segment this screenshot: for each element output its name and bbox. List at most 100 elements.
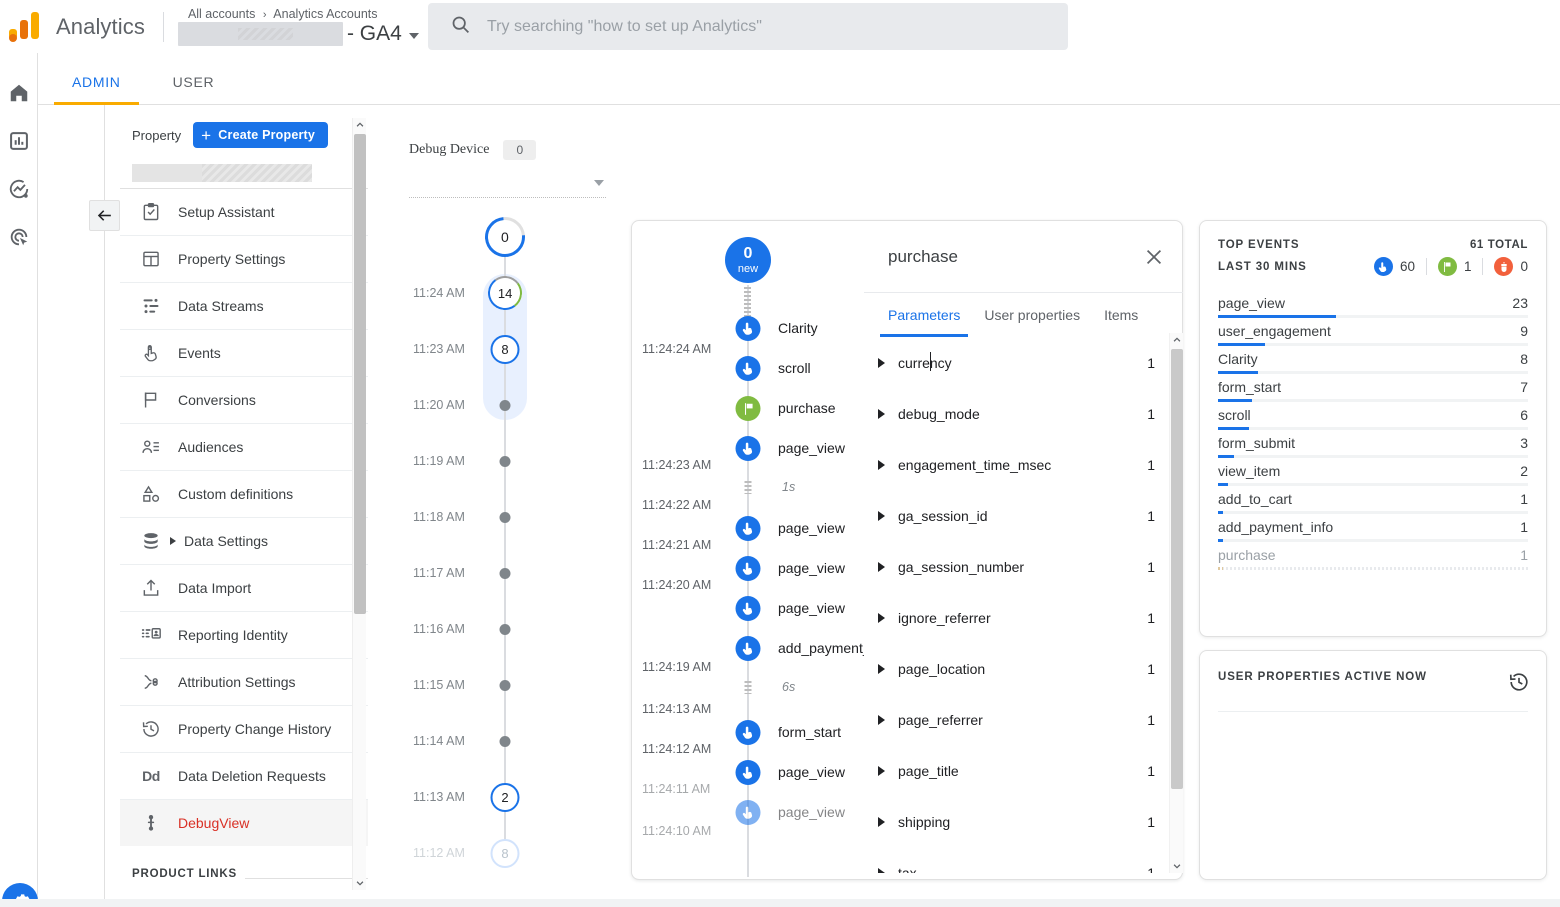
timeline-row[interactable]: 11:13 AM 2 [395,782,620,812]
chevron-right-icon[interactable] [878,357,885,368]
parameter-row[interactable]: engagement_time_msec 1 [864,439,1169,490]
sidebar-item-custom-definitions[interactable]: Custom definitions [120,470,368,517]
timeline-row[interactable]: 11:15 AM [395,674,620,696]
timeline-node[interactable] [499,679,511,691]
chevron-right-icon[interactable] [878,612,885,623]
parameter-row[interactable]: shipping 1 [864,796,1169,847]
chevron-down-icon[interactable] [408,32,419,39]
home-icon[interactable] [4,78,34,108]
timeline-node[interactable]: 8 [490,334,520,364]
close-icon[interactable] [1143,246,1165,268]
top-event-item[interactable]: add_payment_info 1 [1218,514,1528,542]
parameter-row[interactable]: ga_session_number 1 [864,541,1169,592]
tab-user[interactable]: USER [155,74,233,104]
top-event-item[interactable]: page_view 23 [1218,290,1528,318]
top-event-item[interactable]: Clarity 8 [1218,346,1528,374]
reports-icon[interactable] [4,126,34,156]
timeline-node[interactable]: 8 [490,838,520,868]
event-row[interactable]: Clarity [632,316,864,341]
timeline-row[interactable]: 11:14 AM [395,730,620,752]
timeline-row[interactable]: 11:17 AM [395,562,620,584]
sidebar-item-data-deletion-requests[interactable]: Dd Data Deletion Requests [120,752,368,799]
event-row[interactable]: 11:24:20 AM page_view [632,578,864,621]
parameter-row[interactable]: page_title 1 [864,745,1169,796]
chevron-right-icon[interactable] [170,537,176,545]
timeline-row[interactable]: 11:12 AM 8 [395,838,620,868]
event-row[interactable]: 11:24:12 AM page_view [632,742,864,785]
timeline-node[interactable] [499,623,511,635]
chevron-right-icon[interactable] [878,714,885,725]
account-selector[interactable]: All accounts › Analytics Accounts - GA4 [177,7,419,46]
sidebar-item-attribution-settings[interactable]: Attribution Settings [120,658,368,705]
event-row[interactable]: 11:24:21 AM page_view [632,538,864,581]
chevron-right-icon[interactable] [878,408,885,419]
sidebar-item-reporting-identity[interactable]: Reporting Identity [120,611,368,658]
tab-items[interactable]: Items [1092,293,1150,337]
sidebar-item-conversions[interactable]: Conversions [120,376,368,423]
parameter-row[interactable]: tax 1 [864,847,1169,873]
history-icon[interactable] [1508,671,1530,693]
search-input[interactable] [487,17,1068,36]
sidebar-item-audiences[interactable]: Audiences [120,423,368,470]
timeline-node[interactable]: 0 [476,208,534,266]
top-event-item[interactable]: purchase 1 [1218,542,1528,570]
timeline-node[interactable] [499,455,511,467]
create-property-button[interactable]: + Create Property [193,122,329,148]
parameter-row[interactable]: currency 1 [864,337,1169,388]
chevron-right-icon[interactable] [878,510,885,521]
chevron-right-icon[interactable] [878,765,885,776]
top-event-item[interactable]: form_submit 3 [1218,430,1528,458]
tab-user-properties[interactable]: User properties [972,293,1092,337]
sidebar-item-setup-assistant[interactable]: Setup Assistant [120,188,368,235]
top-event-item[interactable]: form_start 7 [1218,374,1528,402]
new-events-bubble[interactable]: 0 new [725,237,771,283]
chevron-right-icon[interactable] [878,561,885,572]
chevron-right-icon[interactable] [878,867,885,873]
event-row[interactable]: page_view [632,436,864,461]
event-row[interactable]: purchase [632,396,864,421]
scroll-down-icon[interactable] [1170,859,1184,873]
tab-parameters[interactable]: Parameters [876,293,972,337]
timeline-row[interactable]: 11:16 AM [395,618,620,640]
nav-scroll-thumb[interactable] [354,134,366,614]
chevron-right-icon[interactable] [878,459,885,470]
sidebar-item-events[interactable]: Events [120,329,368,376]
top-event-item[interactable]: view_item 2 [1218,458,1528,486]
chevron-right-icon[interactable] [878,816,885,827]
event-row[interactable]: 11:24:22 AM page_view [632,498,864,541]
nav-scrollbar[interactable] [352,118,366,890]
parameter-row[interactable]: ignore_referrer 1 [864,592,1169,643]
timeline-node[interactable] [499,511,511,523]
event-row[interactable]: add_payment_ [632,636,864,661]
parameter-row[interactable]: page_location 1 [864,643,1169,694]
parameter-row[interactable]: ga_session_id 1 [864,490,1169,541]
top-event-item[interactable]: scroll 6 [1218,402,1528,430]
scroll-up-icon[interactable] [353,118,367,132]
chevron-right-icon[interactable] [878,663,885,674]
timeline-row[interactable]: 11:19 AM [395,450,620,472]
search-bar[interactable] [428,3,1068,50]
sidebar-item-property-settings[interactable]: Property Settings [120,235,368,282]
sidebar-item-data-settings[interactable]: Data Settings [120,517,368,564]
chevron-down-icon[interactable] [594,180,604,186]
timeline-row[interactable]: 11:20 AM [395,394,620,416]
timeline-node[interactable]: 2 [490,782,520,812]
timeline-node[interactable] [499,567,511,579]
back-button[interactable] [89,200,120,231]
tab-admin[interactable]: ADMIN [54,74,139,105]
explore-icon[interactable] [4,174,34,204]
advertising-icon[interactable] [4,222,34,252]
top-event-item[interactable]: user_engagement 9 [1218,318,1528,346]
event-row[interactable]: 11:24:13 AM form_start [632,702,864,745]
timeline-row[interactable]: 0 [395,208,620,266]
sidebar-item-data-streams[interactable]: Data Streams [120,282,368,329]
parameter-row[interactable]: debug_mode 1 [864,388,1169,439]
timeline-node[interactable]: 14 [485,273,525,313]
event-row[interactable]: 11:24:24 AM scroll [632,342,864,381]
scroll-down-icon[interactable] [353,876,367,890]
debug-device-select[interactable] [409,174,606,198]
timeline-row[interactable]: 11:23 AM 8 [395,334,620,364]
timeline-node[interactable] [499,399,511,411]
top-event-item[interactable]: add_to_cart 1 [1218,486,1528,514]
timeline-node[interactable] [499,735,511,747]
